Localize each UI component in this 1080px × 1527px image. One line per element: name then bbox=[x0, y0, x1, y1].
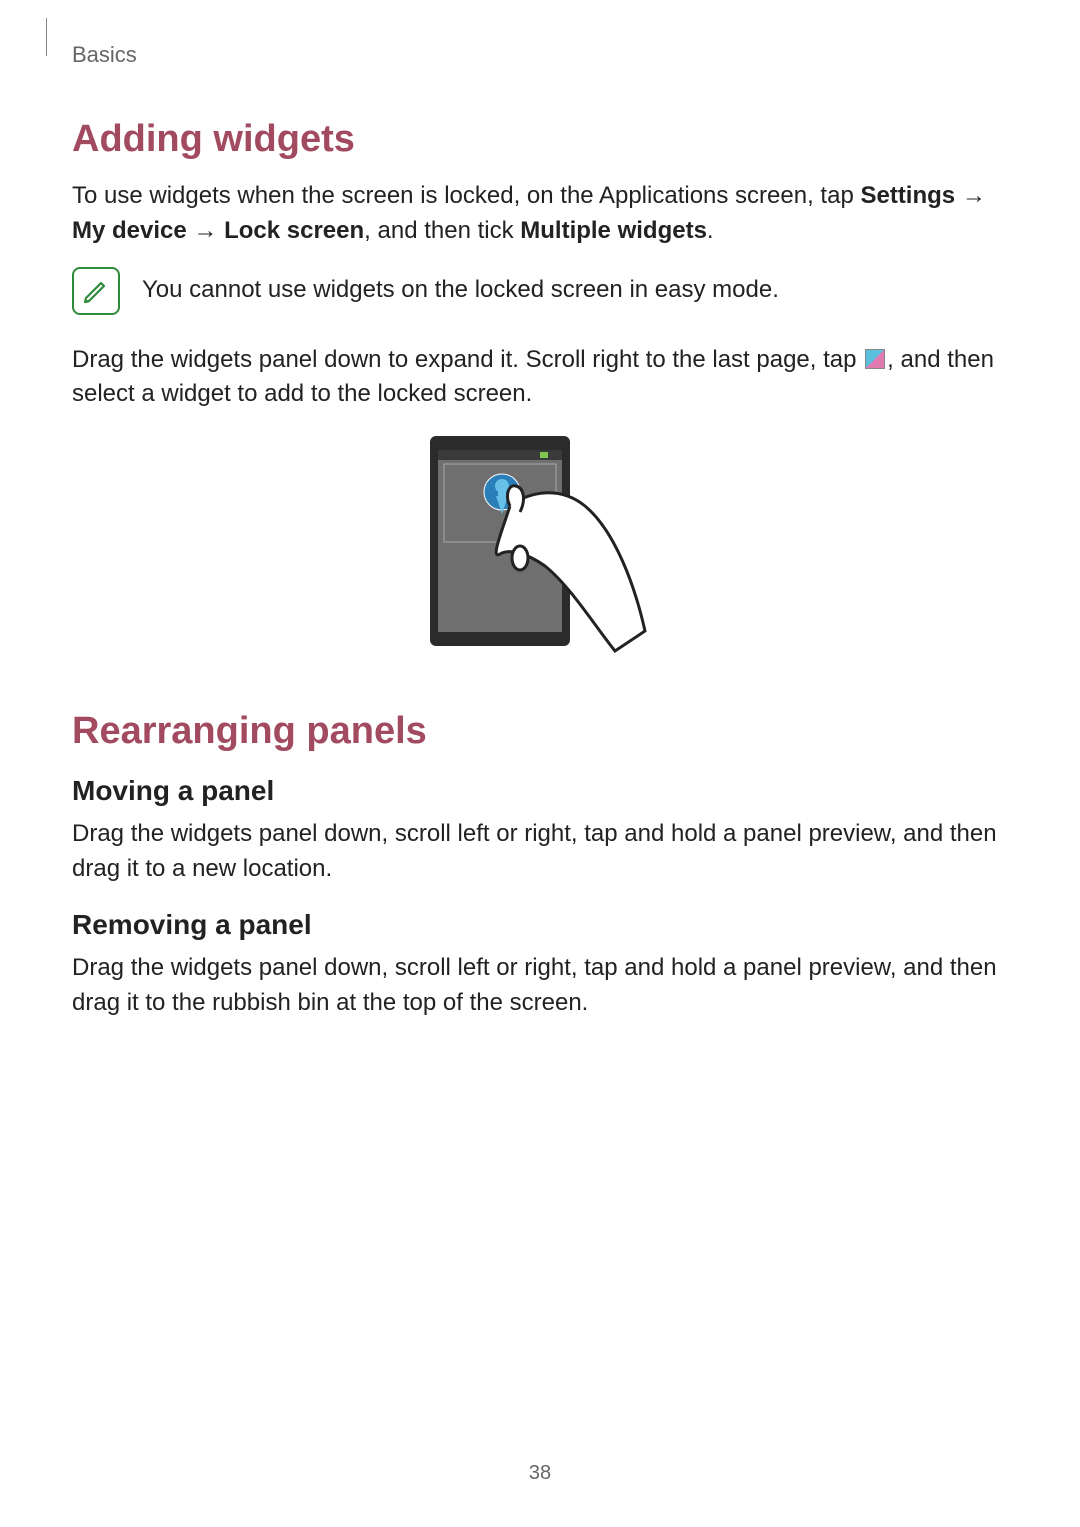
moving-panel-body: Drag the widgets panel down, scroll left… bbox=[72, 817, 1008, 887]
note-block: You cannot use widgets on the locked scr… bbox=[72, 267, 1008, 315]
removing-panel-body: Drag the widgets panel down, scroll left… bbox=[72, 951, 1008, 1021]
page-number: 38 bbox=[0, 1462, 1080, 1485]
intro-mid: , and then tick bbox=[364, 217, 520, 244]
intro-end: . bbox=[707, 217, 714, 244]
add-widget-icon bbox=[865, 349, 885, 369]
pencil-note-icon bbox=[81, 276, 111, 306]
drag-pre: Drag the widgets panel down to expand it… bbox=[72, 346, 863, 373]
header-rule bbox=[46, 18, 47, 56]
intro-paragraph: To use widgets when the screen is locked… bbox=[72, 179, 1008, 249]
path-my-device: My device bbox=[72, 217, 187, 244]
path-multiple-widgets: Multiple widgets bbox=[520, 217, 707, 244]
section-title-rearranging-panels: Rearranging panels bbox=[72, 710, 1008, 753]
intro-text: To use widgets when the screen is locked… bbox=[72, 182, 860, 209]
arrow-1: → bbox=[955, 182, 986, 209]
path-settings: Settings bbox=[860, 182, 955, 209]
arrow-2: → bbox=[187, 217, 224, 244]
device-gesture-illustration bbox=[410, 436, 670, 666]
page-content: Basics Adding widgets To use widgets whe… bbox=[0, 0, 1080, 1020]
subheading-moving-panel: Moving a panel bbox=[72, 775, 1008, 807]
path-lock-screen: Lock screen bbox=[224, 217, 364, 244]
breadcrumb: Basics bbox=[72, 42, 1008, 68]
subheading-removing-panel: Removing a panel bbox=[72, 909, 1008, 941]
figure-drag-gesture bbox=[72, 436, 1008, 666]
note-text: You cannot use widgets on the locked scr… bbox=[142, 267, 779, 308]
section-title-adding-widgets: Adding widgets bbox=[72, 118, 1008, 161]
note-icon bbox=[72, 267, 120, 315]
drag-paragraph: Drag the widgets panel down to expand it… bbox=[72, 343, 1008, 413]
